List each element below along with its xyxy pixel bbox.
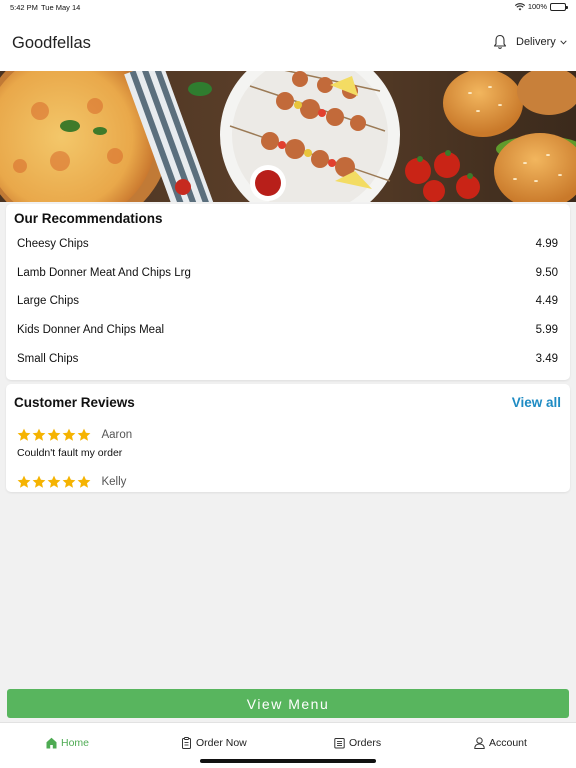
item-name: Small Chips [17, 353, 79, 365]
status-indicators: 100% [514, 2, 568, 11]
account-icon [474, 737, 485, 749]
recommendations-card: Our Recommendations Cheesy Chips 4.99 La… [6, 204, 570, 380]
star-icon [17, 428, 31, 441]
tab-orders[interactable]: Orders [334, 737, 381, 749]
customer-reviews-card: Customer Reviews View all Aaron Couldn't… [6, 384, 570, 492]
recommendation-item[interactable]: Lamb Donner Meat And Chips Lrg 9.50 [17, 263, 558, 283]
item-name: Kids Donner And Chips Meal [17, 324, 165, 336]
delivery-label: Delivery [516, 36, 556, 48]
star-icon [47, 428, 61, 441]
review-item: Kelly [17, 473, 126, 491]
star-icon [47, 475, 61, 488]
star-icon [62, 475, 76, 488]
delivery-selector[interactable]: Delivery [516, 36, 567, 48]
review-text: Couldn't fault my order [17, 447, 123, 459]
status-time: 5:42 PM [10, 3, 38, 12]
star-icon [62, 428, 76, 441]
hero-banner-image [0, 71, 576, 202]
item-price: 9.50 [535, 267, 558, 279]
tab-order-now[interactable]: Order Now [181, 737, 247, 749]
battery-icon [550, 2, 568, 11]
star-icon [77, 475, 91, 488]
view-all-reviews-link[interactable]: View all [512, 395, 561, 410]
star-rating [17, 428, 91, 442]
recommendation-item[interactable]: Kids Donner And Chips Meal 5.99 [17, 320, 558, 340]
recommendation-item[interactable]: Cheesy Chips 4.99 [17, 234, 558, 254]
tab-account[interactable]: Account [474, 737, 527, 749]
recommendations-title: Our Recommendations [14, 211, 163, 226]
item-price: 3.49 [535, 353, 558, 365]
star-icon [77, 428, 91, 441]
app-header: Goodfellas Delivery [0, 14, 576, 71]
reviews-title: Customer Reviews [14, 395, 135, 410]
item-name: Large Chips [17, 295, 80, 307]
view-menu-button[interactable]: View Menu [7, 689, 569, 718]
recommendation-item[interactable]: Large Chips 4.49 [17, 291, 558, 311]
chevron-down-icon [560, 39, 567, 45]
item-price: 5.99 [535, 324, 558, 336]
home-indicator [200, 759, 376, 763]
tab-label: Order Now [196, 737, 247, 749]
star-icon [32, 428, 46, 441]
orders-list-icon [334, 738, 345, 749]
star-icon [17, 475, 31, 488]
restaurant-title: Goodfellas [12, 34, 91, 52]
tab-label: Orders [349, 737, 382, 749]
star-rating [17, 475, 91, 489]
wifi-icon [514, 2, 525, 10]
bell-icon[interactable] [493, 34, 507, 50]
item-name: Cheesy Chips [17, 238, 89, 250]
status-date: Tue May 14 [41, 3, 81, 12]
order-icon [182, 737, 191, 749]
item-price: 4.99 [535, 238, 558, 250]
item-price: 4.49 [535, 295, 558, 307]
status-bar: 5:42 PM Tue May 14 100% [0, 0, 576, 14]
recommendation-item[interactable]: Small Chips 3.49 [17, 349, 558, 369]
battery-percent: 100% [527, 2, 547, 11]
review-item: Aaron Couldn't fault my order [17, 426, 132, 459]
reviewer-name: Kelly [101, 475, 127, 488]
star-icon [32, 475, 46, 488]
tab-label: Home [61, 737, 90, 749]
reviewer-name: Aaron [101, 428, 133, 441]
tab-home[interactable]: Home [46, 737, 89, 749]
item-name: Lamb Donner Meat And Chips Lrg [17, 267, 191, 279]
home-icon [46, 737, 57, 749]
tab-label: Account [489, 737, 527, 749]
